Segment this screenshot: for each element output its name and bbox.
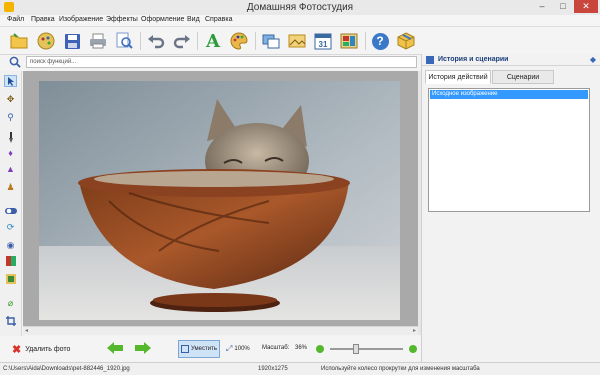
toolbar-separator [365,32,366,50]
scale-label: Масштаб: [262,345,290,351]
fit-button[interactable]: Уместить [178,340,220,358]
canvas-area[interactable] [23,71,418,326]
sharpen-tool-icon[interactable]: ▲ [4,163,17,175]
maximize-button[interactable]: □ [553,0,573,13]
image-tool-icon[interactable] [4,273,17,285]
menu-effects[interactable]: Эффекты [106,16,138,23]
undo-icon[interactable] [145,30,167,52]
tab-history[interactable]: История действий [425,70,491,84]
zoom-100-label: 100% [234,346,250,352]
eye-tool-icon[interactable]: ◉ [4,239,17,251]
fit-icon [181,345,189,353]
menu-help[interactable]: Справка [205,16,232,23]
previous-photo-icon[interactable] [107,342,123,356]
menu-design[interactable]: Оформление [141,16,184,23]
delete-icon: ✖ [12,343,22,356]
zoom-tool-icon[interactable]: ⚲ [4,111,17,123]
toolbar-separator [140,32,141,50]
file-path: C:\Users\Aida\Downloads\pet-882446_1920.… [3,366,130,372]
toolbar-separator [255,32,256,50]
minimize-button[interactable]: – [532,0,552,13]
menu-file[interactable]: Файл [7,16,24,23]
stamp-tool-icon[interactable]: ♟ [4,181,17,193]
photo-image[interactable] [39,81,400,320]
zoom-in-icon[interactable] [409,345,417,353]
layers-tool-icon[interactable] [4,255,17,267]
calendar-icon[interactable]: 31 [312,30,334,52]
main-toolbar: A 31 ? [0,27,600,55]
scale-value: 36% [295,345,308,351]
status-hint: Используйте колесо прокрутки для изменен… [321,366,480,372]
help-icon[interactable]: ? [369,30,391,52]
history-list[interactable]: Исходное изображение [428,88,590,212]
zoom-100-button[interactable]: ⤢ 100% [226,344,250,354]
postcard-icon[interactable] [286,30,308,52]
zoom-out-icon[interactable] [316,345,324,353]
palette-icon[interactable] [228,30,250,52]
package-icon[interactable] [395,30,417,52]
brush-tool-icon[interactable] [4,131,17,143]
menu-view[interactable]: Вид [187,16,200,23]
window-title: Домашняя Фотостудия [246,2,354,13]
collage-icon[interactable] [338,30,360,52]
menu-image[interactable]: Изображение [59,16,103,23]
redo-icon[interactable] [171,30,193,52]
help-glyph: ? [371,32,389,50]
zoom-page-icon[interactable] [113,30,135,52]
print-icon[interactable] [87,30,109,52]
save-icon[interactable] [61,30,83,52]
toggle-tool-icon[interactable] [4,205,17,217]
image-dimensions: 1920x1275 [258,366,288,372]
app-window: Домашняя Фотостудия – □ ✕ Файл Правка Из… [0,0,600,375]
crop-tool-icon[interactable] [4,315,17,327]
lasso-tool-icon[interactable]: ✥ [4,93,17,105]
menu-edit[interactable]: Правка [31,16,55,23]
tab-scenarios[interactable]: Сценарии [492,70,554,84]
next-photo-icon[interactable] [135,342,151,356]
search-row: поиск функций... [0,55,420,70]
color-drop-icon[interactable]: ♦ [4,147,17,159]
panel-header: История и сценарии ◆ [422,54,600,66]
open-folder-icon[interactable] [8,30,30,52]
eraser-tool-icon[interactable]: ⌀ [4,297,17,309]
zoom-slider-thumb[interactable] [353,344,359,354]
horizontal-scrollbar[interactable]: ◂ ▸ [23,326,418,335]
scroll-right-icon[interactable]: ▸ [413,327,416,334]
search-input[interactable]: поиск функций... [26,56,417,68]
history-item[interactable]: Исходное изображение [430,90,588,99]
svg-text:31: 31 [319,40,328,49]
title-bar: Домашняя Фотостудия – □ ✕ [0,0,600,15]
menu-bar: Файл Правка Изображение Эффекты Оформлен… [0,15,600,27]
zoom-slider[interactable] [330,344,403,354]
zoom-100-icon: ⤢ [226,344,233,353]
panel-title: История и сценарии [438,56,509,63]
search-icon [9,56,21,70]
fit-label: Уместить [191,346,217,352]
status-bar: C:\Users\Aida\Downloads\pet-882446_1920.… [0,362,600,375]
frames-icon[interactable] [260,30,282,52]
history-panel-icon [426,56,434,64]
delete-photo-label: Удалить фото [25,345,71,353]
toolbar-separator [197,32,198,50]
scroll-left-icon[interactable]: ◂ [25,327,28,334]
pin-icon[interactable]: ◆ [590,55,596,64]
rotate-tool-icon[interactable]: ⟳ [4,221,17,233]
bottom-bar: ✖ Удалить фото Уместить ⤢ 100% Масштаб: … [0,336,421,361]
history-panel: История и сценарии ◆ История действий Сц… [421,54,600,362]
gallery-icon[interactable] [35,30,57,52]
text-icon[interactable]: A [202,30,224,52]
delete-photo-button[interactable]: ✖ Удалить фото [12,343,71,356]
left-tools-panel: ✥ ⚲ ♦ ▲ ♟ ⟳ ◉ ⌀ [0,71,22,336]
close-button[interactable]: ✕ [574,0,598,13]
panel-tabs: История действий Сценарии [425,70,597,84]
pointer-tool-icon[interactable] [4,75,17,87]
